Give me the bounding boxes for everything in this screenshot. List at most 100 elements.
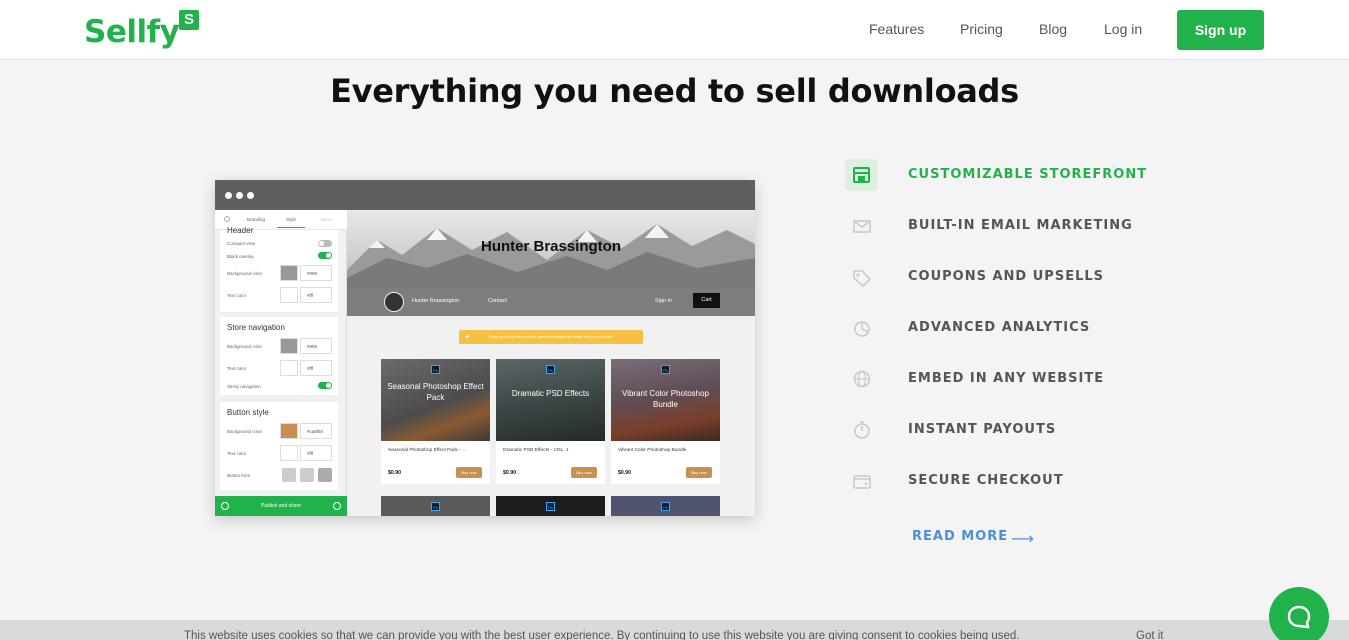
button-form-label: Button form	[227, 473, 251, 478]
tab-store[interactable]: Store	[321, 217, 332, 222]
arrow-right-icon	[333, 502, 341, 510]
back-icon[interactable]	[224, 216, 230, 222]
arrow-right-icon[interactable]: ⟶	[1011, 529, 1034, 549]
cookie-got-it-button[interactable]: Got it	[1136, 630, 1163, 640]
logo-wordmark: Sellfy	[84, 14, 180, 50]
black-overlay-toggle[interactable]	[318, 252, 332, 259]
store-navigation: Hunter Brassington Contact Sign in Cart	[347, 288, 755, 316]
store-hero-banner: Hunter Brassington	[347, 210, 755, 288]
cart-button[interactable]: Cart	[693, 293, 720, 308]
cookie-message: This website uses cookies so that we can…	[184, 630, 1020, 640]
chat-launcher-button[interactable]	[1269, 587, 1329, 640]
browser-window-bar	[215, 180, 755, 210]
black-overlay-label: Black overlay	[227, 254, 254, 259]
feature-label: INSTANT PAYOUTS	[908, 422, 1057, 437]
feature-label: BUILT-IN EMAIL MARKETING	[908, 218, 1133, 233]
storefront-mockup: Branding Style Store Header Compact view…	[215, 180, 755, 516]
store-preview: Hunter Brassington Hunter Brassington Co…	[347, 210, 755, 516]
color-hex-input[interactable]: #fff	[300, 445, 332, 461]
color-swatch[interactable]	[280, 423, 298, 439]
product-card[interactable]: Ps	[496, 496, 605, 516]
product-card[interactable]: Ps Dramatic PSD Effects Dramatic PSD Eff…	[496, 359, 605, 484]
color-hex-input[interactable]: #ca8f50	[300, 423, 332, 439]
product-image-title: Dramatic PSD Effects	[511, 389, 590, 398]
photoshop-icon: Ps	[546, 502, 555, 511]
buy-now-button[interactable]: Buy now	[686, 467, 712, 478]
sticky-navigation-toggle[interactable]	[318, 382, 332, 389]
photoshop-icon: Ps	[546, 365, 555, 374]
background-color-label: Background color	[227, 429, 263, 434]
product-price: $0.90	[618, 470, 631, 476]
color-hex-input[interactable]: #fff	[300, 360, 332, 376]
product-price: $0.90	[503, 470, 516, 476]
product-card[interactable]: Ps Seasonal Photoshop Effect Pack Season…	[381, 359, 490, 484]
wallet-icon	[845, 465, 878, 497]
page-headline: Everything you need to sell downloads	[330, 72, 1019, 110]
cookie-consent-bar: This website uses cookies so that we can…	[0, 620, 1349, 640]
color-hex-input[interactable]: #999	[300, 265, 332, 281]
storefront-icon	[845, 159, 878, 191]
buy-now-button[interactable]: Buy now	[456, 467, 482, 478]
button-form-options	[282, 468, 334, 482]
sticky-navigation-label: Sticky navigation	[227, 384, 261, 389]
feature-label: SECURE CHECKOUT	[908, 473, 1064, 488]
nav-blog-link[interactable]: Blog	[1039, 21, 1067, 37]
tab-branding[interactable]: Branding	[247, 217, 265, 222]
signup-button[interactable]: Sign up	[1177, 10, 1264, 50]
product-image: Ps Vibrant Color Photoshop Bundle	[611, 359, 720, 441]
contact-link[interactable]: Contact	[488, 298, 507, 304]
tag-icon	[845, 261, 878, 293]
product-price: $0.90	[388, 470, 401, 476]
text-color-label: Text color	[227, 451, 247, 456]
window-dot-icon	[236, 192, 243, 199]
photoshop-icon: Ps	[661, 502, 670, 511]
square-form-button[interactable]	[282, 468, 296, 482]
color-hex-input[interactable]: #999	[300, 338, 332, 354]
chat-bubble-icon	[1287, 605, 1311, 629]
product-card[interactable]: Ps	[381, 496, 490, 516]
nav-pricing-link[interactable]: Pricing	[960, 21, 1003, 37]
tab-style[interactable]: Style	[277, 217, 305, 228]
header-settings-panel: Header Compact view Black overlay Backgr…	[220, 226, 338, 312]
panel-title: Header	[227, 226, 254, 235]
background-color-label: Background color	[227, 344, 263, 349]
buy-now-button[interactable]: Buy now	[571, 467, 597, 478]
feature-label: EMBED IN ANY WEBSITE	[908, 371, 1105, 386]
notice-text: Drag and drop the product cards to chang…	[489, 334, 613, 339]
color-swatch[interactable]	[280, 338, 298, 354]
store-navigation-panel: Store navigation Background color #999 T…	[220, 317, 338, 395]
color-swatch[interactable]	[280, 265, 298, 281]
color-swatch[interactable]	[280, 360, 298, 376]
nav-features-link[interactable]: Features	[869, 21, 924, 37]
text-color-label: Text color	[227, 293, 247, 298]
help-icon	[221, 502, 229, 510]
product-card[interactable]: Ps	[611, 496, 720, 516]
photoshop-icon: Ps	[661, 365, 670, 374]
product-name: Vibrant Color Photoshop Bundle	[618, 448, 687, 453]
store-owner-link[interactable]: Hunter Brassington	[412, 298, 459, 304]
read-more-link[interactable]: READ MORE	[912, 529, 1008, 544]
rounded-form-button[interactable]	[300, 468, 314, 482]
plus-icon: +	[465, 332, 470, 341]
nav-login-link[interactable]: Log in	[1104, 21, 1142, 37]
feature-label: ADVANCED ANALYTICS	[908, 320, 1091, 335]
color-swatch[interactable]	[280, 445, 298, 461]
product-image-title: Seasonal Photoshop Effect Pack	[387, 382, 484, 402]
panel-title: Button style	[227, 408, 269, 417]
product-image-title: Vibrant Color Photoshop Bundle	[621, 389, 710, 409]
product-card[interactable]: Ps Vibrant Color Photoshop Bundle Vibran…	[611, 359, 720, 484]
envelope-icon	[845, 210, 878, 242]
round-form-button[interactable]	[318, 468, 332, 482]
color-hex-input[interactable]: #fff	[300, 287, 332, 303]
product-image: Ps Seasonal Photoshop Effect Pack	[381, 359, 490, 441]
avatar[interactable]	[384, 292, 404, 312]
store-title: Hunter Brassington	[480, 238, 621, 255]
globe-icon	[845, 363, 878, 395]
compact-view-toggle[interactable]	[318, 240, 332, 247]
sign-in-link[interactable]: Sign in	[655, 298, 672, 304]
color-swatch[interactable]	[280, 287, 298, 303]
editor-sidebar: Branding Style Store Header Compact view…	[215, 210, 347, 516]
product-name: Seasonal Photoshop Effect Pack - ...	[388, 448, 467, 453]
compact-view-label: Compact view	[227, 241, 256, 246]
publish-and-share-button[interactable]: Publish and share	[215, 496, 347, 516]
